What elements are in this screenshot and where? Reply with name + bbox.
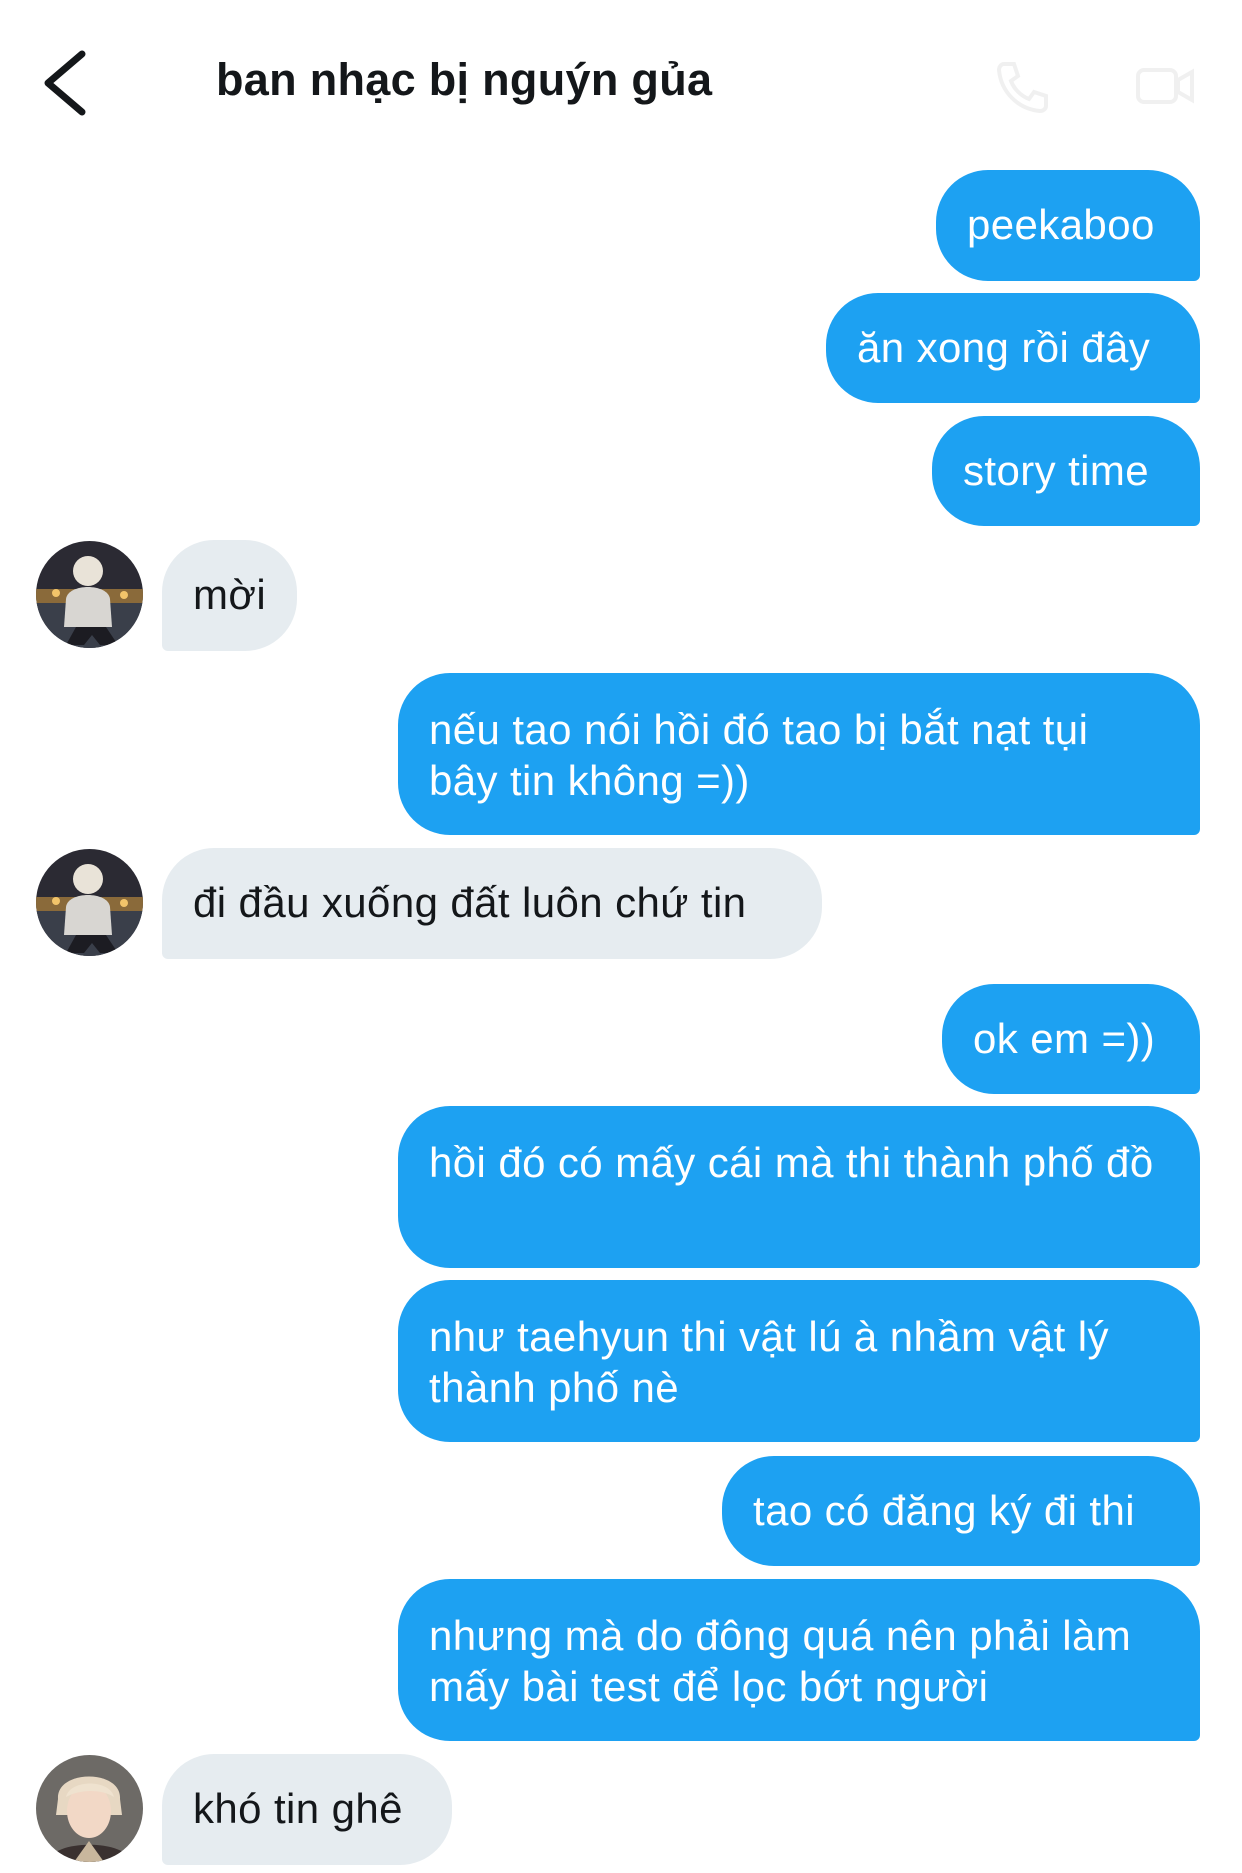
message-text: hồi đó có mấy cái mà thi thành phố đồ <box>429 1139 1154 1186</box>
avatar[interactable] <box>36 849 143 956</box>
back-button[interactable] <box>38 48 94 118</box>
message-bubble-incoming[interactable]: mời <box>162 540 297 651</box>
conversation-title: ban nhạc bị nguýn gủa <box>216 54 713 105</box>
message-text: nhưng mà do đông quá nên phải làm mấy bà… <box>429 1612 1132 1710</box>
message-text: ok em =)) <box>973 1015 1156 1062</box>
message-text: nếu tao nói hồi đó tao bị bắt nạt tụi bâ… <box>429 706 1089 804</box>
message-text: như taehyun thi vật lú à nhầm vật lý thà… <box>429 1313 1109 1411</box>
message-bubble-incoming[interactable]: khó tin ghê <box>162 1754 452 1865</box>
message-bubble-outgoing[interactable]: story time <box>932 416 1200 526</box>
message-bubble-outgoing[interactable]: ăn xong rồi đây <box>826 293 1200 403</box>
message-bubble-outgoing[interactable]: như taehyun thi vật lú à nhầm vật lý thà… <box>398 1280 1200 1442</box>
message-bubble-outgoing[interactable]: peekaboo <box>936 170 1200 281</box>
message-bubble-outgoing[interactable]: ok em =)) <box>942 984 1200 1094</box>
message-text: đi đầu xuống đất luôn chứ tin <box>193 879 747 926</box>
call-button[interactable] <box>992 58 1054 114</box>
chevron-left-icon <box>44 50 86 116</box>
message-bubble-outgoing[interactable]: tao có đăng ký đi thi <box>722 1456 1200 1566</box>
video-call-button[interactable] <box>1134 58 1196 114</box>
message-bubble-outgoing[interactable]: hồi đó có mấy cái mà thi thành phố đồ <box>398 1106 1200 1268</box>
user-photo-icon <box>36 1755 143 1862</box>
video-icon <box>1136 68 1194 104</box>
message-text: ăn xong rồi đây <box>857 324 1151 371</box>
avatar[interactable] <box>36 1755 143 1862</box>
message-text: tao có đăng ký đi thi <box>753 1487 1135 1534</box>
user-photo-icon <box>36 849 143 956</box>
conversation-header: ban nhạc bị nguýn gủa <box>0 0 1242 160</box>
avatar[interactable] <box>36 541 143 648</box>
message-text: peekaboo <box>967 201 1155 248</box>
user-photo-icon <box>36 541 143 648</box>
phone-icon <box>996 62 1048 114</box>
message-bubble-outgoing[interactable]: nhưng mà do đông quá nên phải làm mấy bà… <box>398 1579 1200 1741</box>
message-bubble-incoming[interactable]: đi đầu xuống đất luôn chứ tin <box>162 848 822 959</box>
dm-conversation-screen: ban nhạc bị nguýn gủa peekaboo ăn xong r… <box>0 0 1242 1873</box>
message-text: story time <box>963 447 1150 494</box>
message-text: khó tin ghê <box>193 1785 403 1832</box>
message-text: mời <box>193 571 267 618</box>
message-bubble-outgoing[interactable]: nếu tao nói hồi đó tao bị bắt nạt tụi bâ… <box>398 673 1200 835</box>
